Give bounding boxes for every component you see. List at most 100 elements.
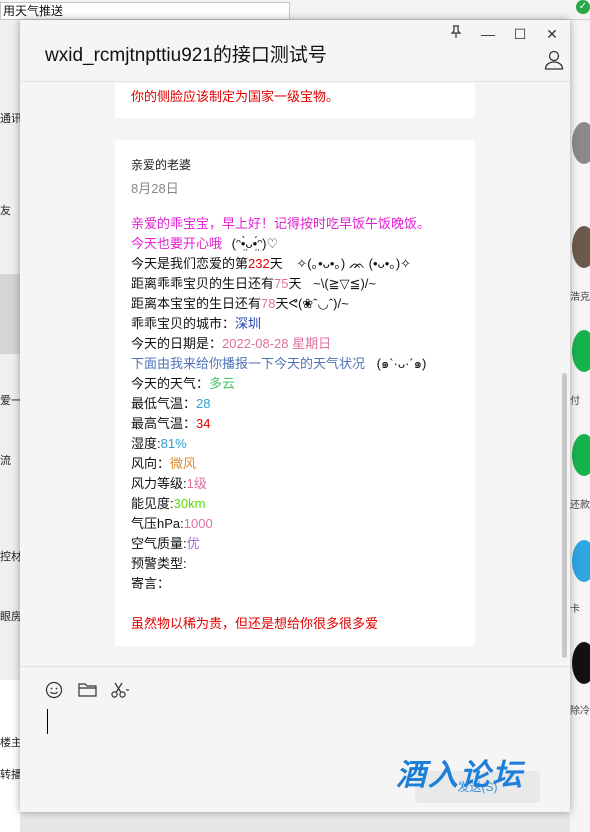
avatar[interactable] (572, 122, 590, 164)
scrollbar-thumb[interactable] (562, 373, 567, 658)
message-bubble: 你的侧脸应该制定为国家一级宝物。 (115, 83, 475, 118)
value: 232 (248, 256, 270, 271)
message-date: 8月28日 (131, 181, 179, 196)
app-icon[interactable] (572, 642, 590, 684)
max-temp-line: 最高气温：34 (131, 414, 459, 434)
humidity-line: 湿度:81% (131, 434, 459, 454)
min-temp-line: 最低气温：28 (131, 394, 459, 414)
weather-line: 今天的天气：多云 (131, 374, 459, 394)
label: 今天的天气： (131, 376, 210, 391)
label: 能见度: (131, 496, 174, 511)
message-bubble: 亲爱的老婆 8月28日 亲爱的乖宝宝，早上好！记得按时吃早饭午饭晚饭。 今天也要… (115, 140, 475, 646)
background-label: 浩克 (570, 292, 590, 303)
greeting-text: 今天也要开心哦 (131, 236, 223, 251)
background-label: 还款 (570, 500, 590, 511)
emoji-text: (ᵔ•̤̀ᴗ•̤́ᵔ)♡ (231, 236, 279, 251)
label: 乖乖宝贝的城市： (131, 316, 236, 331)
background-label: 除冷 (570, 706, 590, 717)
background-bottom-panel (0, 680, 20, 832)
birthday-line: 距离本宝宝的生日还有78天ᕙ(❀ˆ◡ˆ)/~ (131, 294, 459, 314)
checkmark-icon: ✓ (576, 0, 590, 14)
alert-line: 预警类型: (131, 556, 187, 571)
label: 风向： (131, 456, 171, 471)
pin-icon[interactable] (444, 24, 468, 44)
app-icon[interactable] (572, 434, 590, 476)
message-area: 你的侧脸应该制定为国家一级宝物。 亲爱的老婆 8月28日 亲爱的乖宝宝，早上好！… (20, 83, 570, 666)
window-title: wxid_rcmjtnpttiu921的接口测试号 (45, 45, 327, 66)
background-list-item[interactable]: 眼房 (0, 608, 20, 624)
value: 微风 (170, 456, 197, 471)
background-list-item[interactable]: 流 (0, 452, 20, 468)
background-chat-list: 通讯 友 爱一 流 控材 眼房 楼主 转播 (0, 20, 20, 832)
background-selected-item (0, 274, 20, 354)
message-text: 你的侧脸应该制定为国家一级宝物。 (131, 89, 340, 104)
closing-line: 虽然物以稀为贵，但还是想给你很多很多爱 (131, 616, 379, 631)
background-list-item[interactable]: 友 (0, 202, 20, 218)
background-label: 付 (570, 396, 580, 407)
label: 空气质量: (131, 536, 187, 551)
value: 81% (160, 436, 187, 451)
pressure-line: 气压hPa:1000 (131, 514, 459, 534)
background-label: 卡 (570, 604, 580, 615)
background-list-item[interactable]: 控材 (0, 548, 20, 564)
label: 今天是我们恋爱的第 (131, 256, 249, 271)
background-list-item[interactable]: 转播 (0, 766, 20, 782)
value: 优 (186, 536, 200, 551)
birthday-line: 距离乖乖宝贝的生日还有75天 ~\(≧▽≦)/~ (131, 274, 459, 294)
label: 天 (269, 256, 283, 271)
user-icon[interactable] (544, 50, 564, 70)
avatar[interactable] (572, 226, 590, 268)
love-days-line: 今天是我们恋爱的第232天 ✧(｡•ᴗ•｡) ᨏ (•ᴗ•｡)✧ (131, 254, 459, 274)
value: 28 (196, 396, 211, 411)
label: 今天的日期是： (131, 336, 223, 351)
folder-icon[interactable] (78, 681, 98, 701)
maximize-button[interactable]: ☐ (508, 24, 532, 44)
label: 下面由我来给你播报一下今天的天气状况 (131, 356, 366, 371)
app-icon[interactable] (572, 540, 590, 582)
value: 1000 (183, 516, 213, 531)
greeting-line: 亲爱的乖宝宝，早上好！记得按时吃早饭午饭晚饭。 (131, 216, 431, 231)
air-quality-line: 空气质量:优 (131, 534, 459, 554)
app-icon[interactable] (572, 330, 590, 372)
emoji-text: ✧(｡•ᴗ•｡) ᨏ (•ᴗ•｡)✧ (296, 256, 412, 271)
background-list-item[interactable]: 通讯 (0, 110, 20, 126)
value: 1级 (186, 476, 207, 491)
text-input[interactable] (47, 709, 48, 734)
greeting-line: 今天也要开心哦 (ᵔ•̤̀ᴗ•̤́ᵔ)♡ (131, 234, 459, 254)
chat-window: wxid_rcmjtnpttiu921的接口测试号 — ☐ ✕ 你的侧脸应该制定… (20, 20, 570, 812)
emoji-icon[interactable] (45, 681, 65, 701)
date-line: 今天的日期是：2022-08-28 星期日 (131, 334, 459, 354)
close-button[interactable]: ✕ (540, 24, 564, 44)
emoji-text: ᕙ(❀ˆ◡ˆ)/~ (288, 296, 349, 311)
background-list-item[interactable]: 楼主 (0, 734, 20, 750)
value: 75 (274, 276, 289, 291)
background-title: 用天气推送 (0, 2, 290, 20)
label: 湿度: (131, 436, 161, 451)
wind-level-line: 风力等级:1级 (131, 474, 459, 494)
background-right-panel: 浩克 付 还款 卡 除冷 (570, 20, 590, 832)
value: 2022-08-28 星期日 (222, 336, 332, 351)
value: 78 (261, 296, 276, 311)
broadcast-line: 下面由我来给你播报一下今天的天气状况 (๑`·ᴗ·´๑) (131, 354, 459, 374)
visibility-line: 能见度:30km (131, 494, 459, 514)
label: 天 (288, 276, 302, 291)
emoji-text: (๑`·ᴗ·´๑) (376, 356, 427, 371)
minimize-button[interactable]: — (476, 24, 500, 44)
value: 30km (173, 496, 206, 511)
label: 距离本宝宝的生日还有 (131, 296, 262, 311)
label: 气压hPa: (131, 516, 184, 531)
message-line: 寄言： (131, 576, 171, 591)
city-line: 乖乖宝贝的城市：深圳 (131, 314, 459, 334)
scissors-icon[interactable] (110, 681, 130, 701)
label: 天 (275, 296, 289, 311)
title-bar: wxid_rcmjtnpttiu921的接口测试号 — ☐ ✕ (20, 20, 570, 82)
background-list-item[interactable]: 爱一 (0, 392, 20, 408)
label: 最低气温： (131, 396, 197, 411)
value: 34 (196, 416, 211, 431)
watermark-logo: 酒入论坛 (396, 759, 524, 792)
value: 深圳 (235, 316, 262, 331)
background-titlebar: 用天气推送 ✓ (0, 0, 590, 20)
label: 距离乖乖宝贝的生日还有 (131, 276, 275, 291)
value: 多云 (209, 376, 236, 391)
